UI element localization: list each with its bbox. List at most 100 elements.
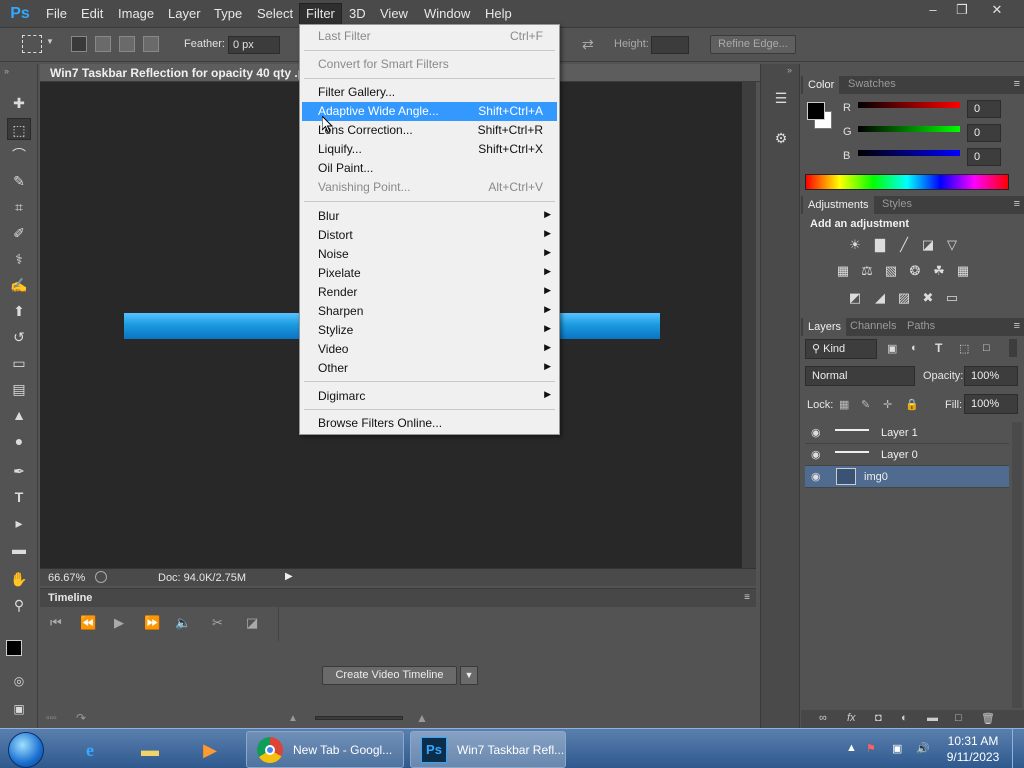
lock-image-icon[interactable]: ✎ [861, 398, 870, 411]
tab-color[interactable]: Color [803, 76, 840, 94]
tab-channels[interactable]: Channels [845, 320, 901, 332]
show-desktop-button[interactable] [1012, 729, 1024, 768]
menu-item-digimarc[interactable]: Digimarc ▶ [302, 387, 557, 406]
menu-file[interactable]: File [40, 5, 73, 23]
layer-style-icon[interactable]: fx [847, 712, 856, 724]
clone-stamp-tool-icon[interactable]: ⬆ [7, 300, 31, 322]
history-panel-icon[interactable]: ☰ [771, 88, 791, 108]
eye-icon[interactable]: ◉ [811, 470, 821, 483]
move-tool-icon[interactable]: ✚ [7, 92, 31, 114]
tab-adjustments[interactable]: Adjustments [803, 196, 874, 214]
blue-value-input[interactable]: 0 [967, 148, 1001, 166]
red-value-input[interactable]: 0 [967, 100, 1001, 118]
channel-mixer-icon[interactable]: ☘ [930, 262, 948, 280]
menu-layer[interactable]: Layer [162, 5, 207, 23]
trash-icon[interactable]: 🗑 [981, 712, 995, 725]
lock-transparent-icon[interactable]: ▦ [839, 398, 849, 411]
audio-icon[interactable]: 🔈 [175, 615, 191, 631]
status-menu-arrow-icon[interactable]: ▶ [285, 571, 293, 582]
layer-kind-filter[interactable]: ⚲ Kind [805, 339, 877, 359]
quick-mask-icon[interactable]: ◎ [7, 670, 31, 692]
threshold-icon[interactable]: ▨ [895, 289, 913, 307]
photo-filter-icon[interactable]: ❂ [906, 262, 924, 280]
brightness-icon[interactable]: ☀ [846, 236, 864, 254]
posterize-icon[interactable]: ◢ [871, 289, 889, 307]
zoom-out-icon[interactable]: ▲ [288, 713, 298, 724]
hue-saturation-icon[interactable]: ▦ [834, 262, 852, 280]
foreground-color-swatch[interactable] [807, 102, 825, 120]
menu-view[interactable]: View [374, 5, 414, 23]
adjustment-filter-icon[interactable]: ◐ [911, 342, 918, 354]
menu-item-stylize[interactable]: Stylize ▶ [302, 321, 557, 340]
next-frame-icon[interactable]: ⏩ [144, 615, 160, 631]
crop-tool-icon[interactable]: ⌗ [7, 196, 31, 218]
clock-icon[interactable] [95, 571, 107, 583]
layer-row-layer-0[interactable]: ◉ Layer 0 [805, 444, 1009, 466]
eye-icon[interactable]: ◉ [811, 448, 821, 461]
quick-selection-tool-icon[interactable]: ✎ [7, 170, 31, 192]
green-value-input[interactable]: 0 [967, 124, 1001, 142]
play-icon[interactable]: ▶ [114, 615, 124, 631]
path-selection-tool-icon[interactable]: ▸ [7, 512, 31, 534]
layer-row-img0[interactable]: ◉ img0 [805, 466, 1009, 488]
menu-item-filter-gallery[interactable]: Filter Gallery... [302, 83, 557, 102]
new-group-icon[interactable]: ▬ [927, 712, 938, 724]
zoom-in-icon[interactable]: ▲ [416, 711, 428, 725]
timeline-title[interactable]: Timeline [48, 592, 92, 604]
eye-icon[interactable]: ◉ [811, 426, 821, 439]
eyedropper-tool-icon[interactable]: ✐ [7, 222, 31, 244]
gradient-tool-icon[interactable]: ▤ [7, 378, 31, 400]
blue-slider[interactable] [858, 150, 960, 156]
color-spectrum[interactable] [805, 174, 1009, 190]
close-icon[interactable]: ✕ [980, 0, 1014, 20]
new-selection-icon[interactable] [71, 36, 87, 52]
type-filter-icon[interactable]: T [935, 341, 942, 355]
rectangle-tool-icon[interactable]: ▬ [7, 538, 31, 560]
color-balance-icon[interactable]: ⚖ [858, 262, 876, 280]
brush-tool-icon[interactable]: ✍ [7, 274, 31, 296]
create-video-timeline-button[interactable]: Create Video Timeline [322, 666, 457, 685]
pixel-filter-icon[interactable]: ▣ [887, 342, 897, 355]
layer-row-layer-1[interactable]: ◉ Layer 1 [805, 422, 1009, 444]
curves-icon[interactable]: ╱ [895, 236, 913, 254]
invert-icon[interactable]: ◩ [846, 289, 864, 307]
menu-item-sharpen[interactable]: Sharpen ▶ [302, 302, 557, 321]
menu-item-video[interactable]: Video ▶ [302, 340, 557, 359]
menu-item-pixelate[interactable]: Pixelate ▶ [302, 264, 557, 283]
opacity-input[interactable]: 100% [964, 366, 1018, 386]
pen-tool-icon[interactable]: ✒ [7, 460, 31, 482]
fill-input[interactable]: 100% [964, 394, 1018, 414]
taskbar-task-chrome[interactable]: New Tab - Googl... [246, 731, 404, 768]
new-adjustment-layer-icon[interactable]: ◐ [901, 712, 908, 724]
tab-styles[interactable]: Styles [877, 198, 917, 210]
collapse-icon[interactable]: » [787, 65, 792, 75]
menu-edit[interactable]: Edit [75, 5, 109, 23]
history-brush-tool-icon[interactable]: ↺ [7, 326, 31, 348]
restore-icon[interactable]: ❒ [947, 0, 977, 20]
panel-menu-icon[interactable]: ≡ [1014, 198, 1020, 210]
type-tool-icon[interactable]: T [7, 486, 31, 508]
previous-frame-icon[interactable]: ⏪ [80, 615, 96, 631]
minimize-icon[interactable]: – [918, 0, 948, 20]
chevron-down-icon[interactable]: ▼ [460, 666, 478, 685]
menu-item-browse-filters-online[interactable]: Browse Filters Online... [302, 414, 557, 433]
menu-filter[interactable]: Filter [299, 3, 342, 25]
blend-mode-select[interactable]: Normal [805, 366, 915, 386]
menu-item-other[interactable]: Other ▶ [302, 359, 557, 378]
menu-item-noise[interactable]: Noise ▶ [302, 245, 557, 264]
network-icon[interactable]: ▣ [892, 742, 902, 755]
menu-item-render[interactable]: Render ▶ [302, 283, 557, 302]
zoom-level[interactable]: 66.67% [48, 572, 85, 584]
file-explorer-icon[interactable]: ▬ [130, 733, 170, 767]
start-button-icon[interactable] [8, 732, 44, 768]
chevron-down-icon[interactable]: ▼ [46, 37, 54, 46]
selective-color-icon[interactable]: ✖ [919, 289, 937, 307]
action-center-icon[interactable]: ⚑ [866, 742, 876, 755]
add-selection-icon[interactable] [95, 36, 111, 52]
transition-icon[interactable]: ◪ [246, 615, 258, 631]
collapse-icon[interactable]: » [4, 66, 9, 76]
hand-tool-icon[interactable]: ✋ [7, 568, 31, 590]
vertical-scrollbar[interactable] [742, 82, 756, 568]
green-slider[interactable] [858, 126, 960, 132]
system-clock[interactable]: 10:31 AM 9/11/2023 [940, 733, 1006, 765]
